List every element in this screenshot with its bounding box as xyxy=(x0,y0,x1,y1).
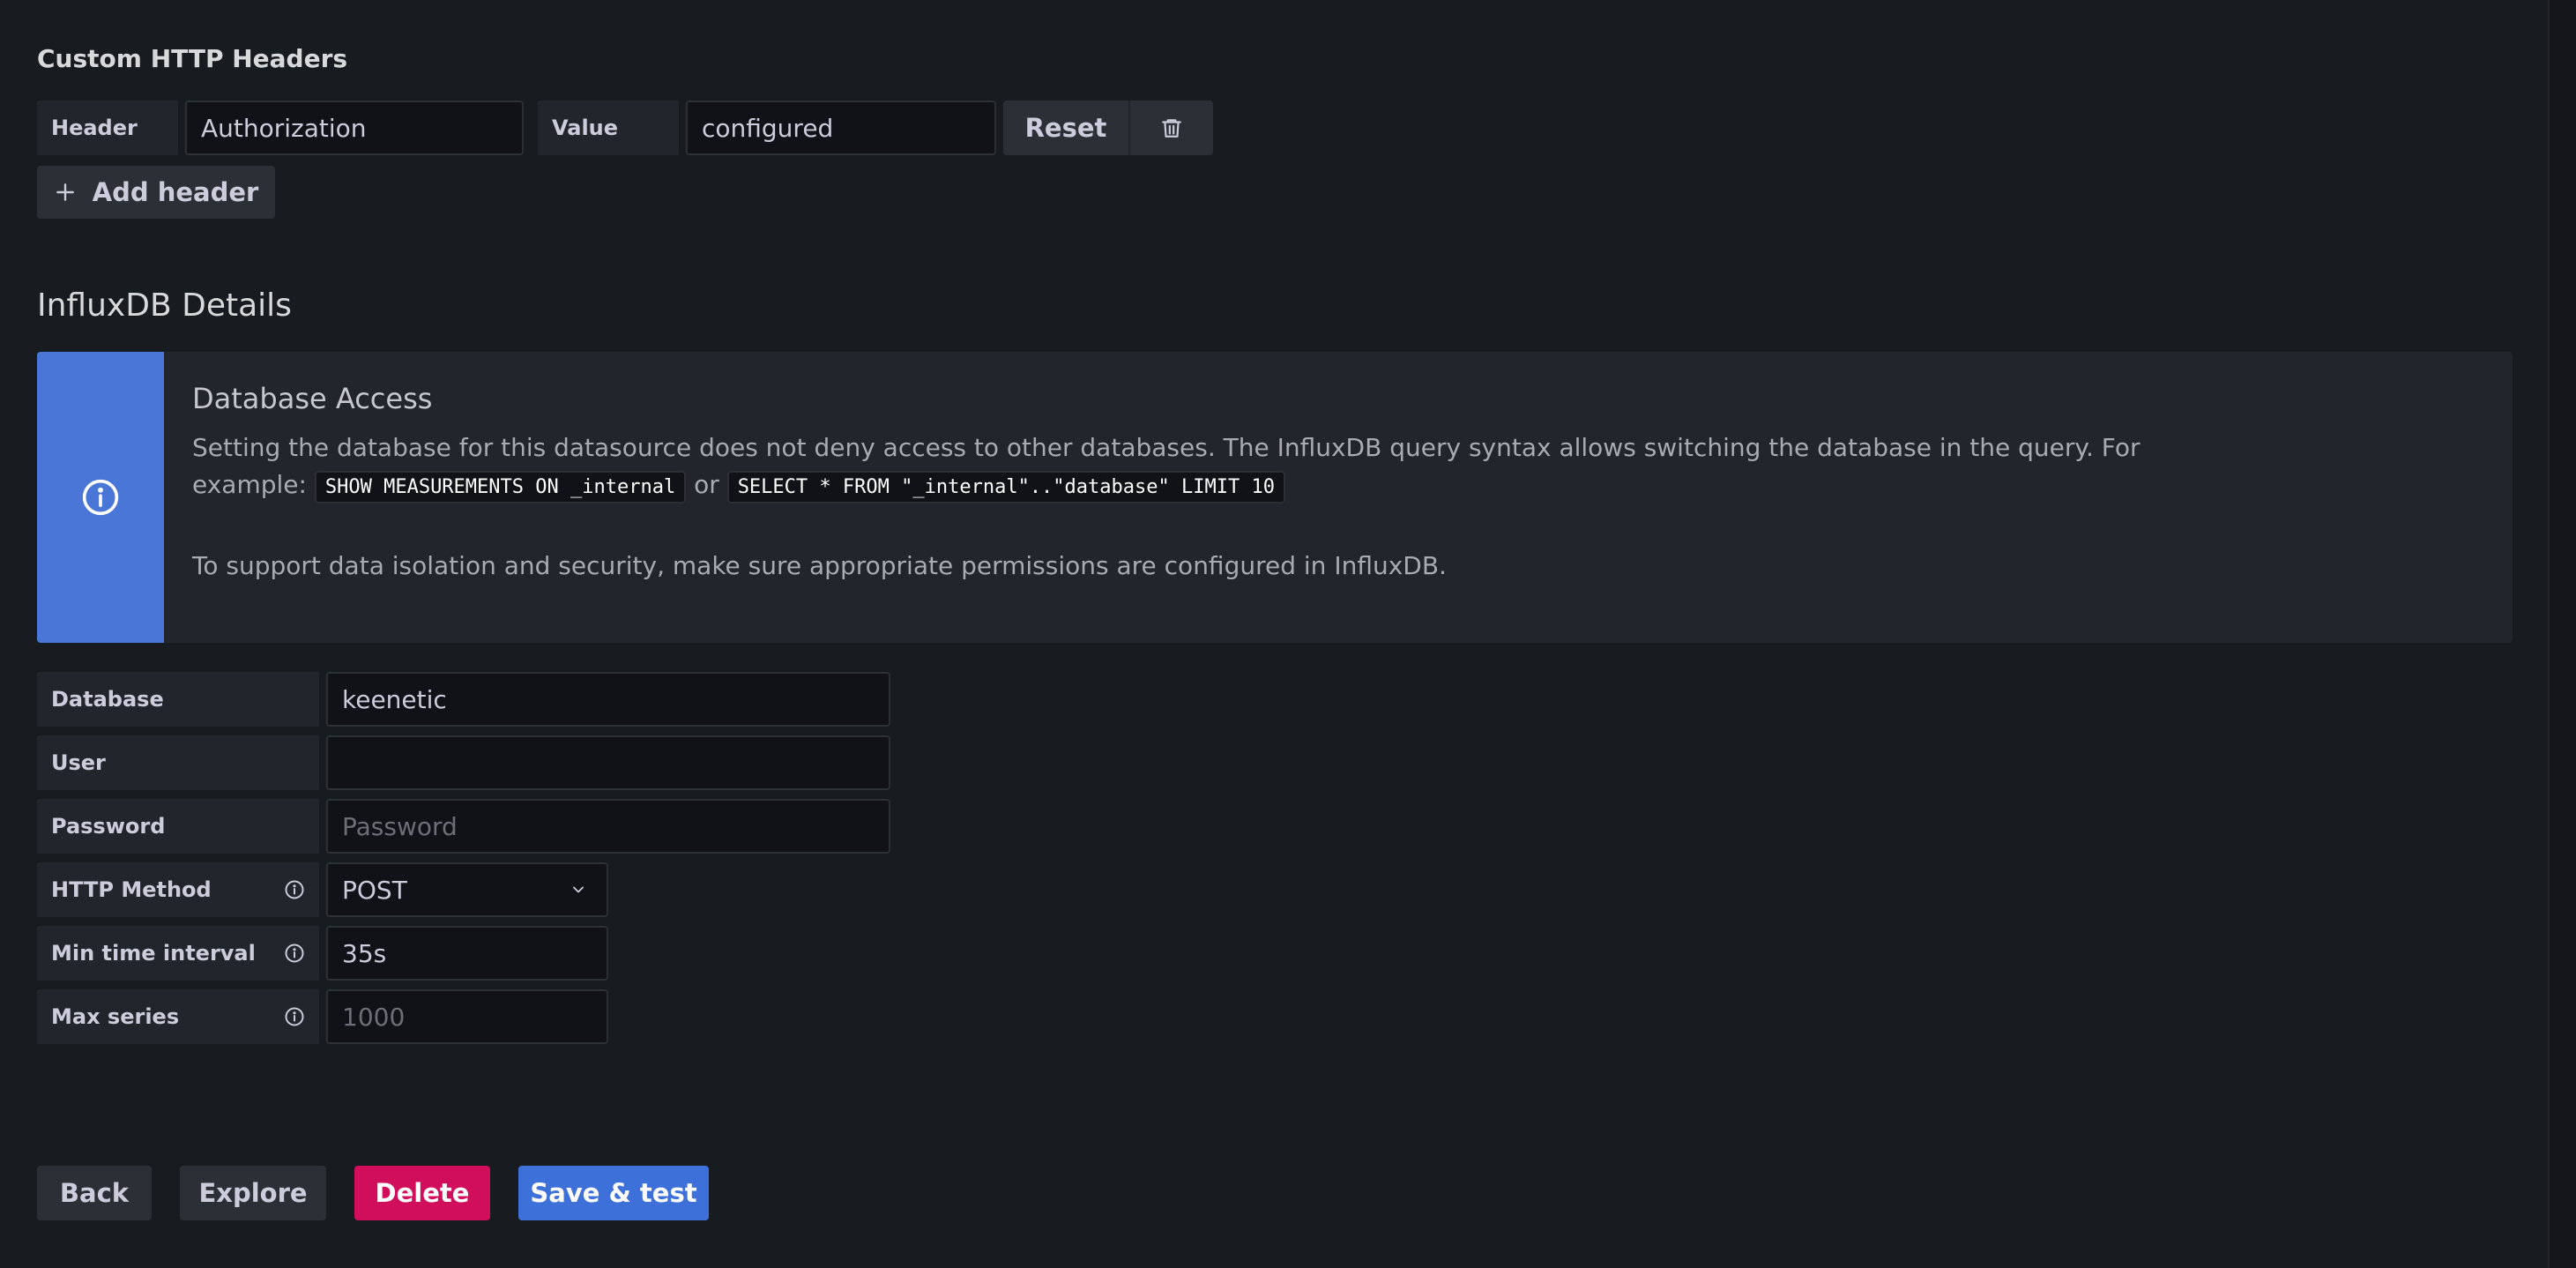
alert-example-prefix: example: xyxy=(192,470,307,499)
explore-button[interactable]: Explore xyxy=(180,1166,326,1220)
custom-headers-title: Custom HTTP Headers xyxy=(37,44,348,73)
max-series-label: Max series xyxy=(37,989,319,1044)
alert-line-1: Setting the database for this datasource… xyxy=(192,433,2140,462)
password-label: Password xyxy=(37,799,319,854)
password-placeholder: Password xyxy=(342,811,458,841)
max-series-label-text: Max series xyxy=(51,1004,180,1029)
max-series-input[interactable]: 1000 xyxy=(326,989,608,1044)
max-series-placeholder: 1000 xyxy=(342,1002,406,1032)
http-method-value: POST xyxy=(342,875,407,905)
min-time-interval-value: 35s xyxy=(342,938,387,968)
alert-or-text: or xyxy=(694,470,719,499)
alert-accent xyxy=(37,352,164,643)
plus-icon xyxy=(56,183,74,201)
value-label: Value xyxy=(538,101,679,155)
info-circle-icon xyxy=(82,479,119,516)
info-circle-icon[interactable] xyxy=(284,1006,305,1027)
chevron-down-icon xyxy=(573,886,584,893)
database-label: Database xyxy=(37,672,319,727)
back-button[interactable]: Back xyxy=(37,1166,152,1220)
influxdb-details-title: InfluxDB Details xyxy=(37,287,292,324)
http-method-label-text: HTTP Method xyxy=(51,877,212,902)
reset-button[interactable]: Reset xyxy=(1003,101,1128,155)
code-select-query: SELECT * FROM "_internal".."database" LI… xyxy=(726,471,1285,503)
database-input[interactable]: keenetic xyxy=(326,672,890,727)
alert-line-2: example: SHOW MEASUREMENTS ON _internal … xyxy=(192,470,1285,503)
scrollbar-track[interactable] xyxy=(2548,0,2576,1268)
header-value-input[interactable]: configured xyxy=(686,101,996,155)
save-test-button-label: Save & test xyxy=(530,1178,697,1208)
http-method-select[interactable]: POST xyxy=(326,862,608,917)
min-time-interval-label-text: Min time interval xyxy=(51,941,256,966)
alert-title: Database Access xyxy=(192,382,433,415)
reset-button-label: Reset xyxy=(1024,113,1107,143)
explore-button-label: Explore xyxy=(198,1178,308,1208)
database-value: keenetic xyxy=(342,684,447,714)
min-time-interval-input[interactable]: 35s xyxy=(326,926,608,981)
header-label: Header xyxy=(37,101,178,155)
save-test-button[interactable]: Save & test xyxy=(518,1166,709,1220)
user-label: User xyxy=(37,735,319,790)
delete-button[interactable]: Delete xyxy=(354,1166,490,1220)
info-circle-icon[interactable] xyxy=(284,879,305,900)
password-input[interactable]: Password xyxy=(326,799,890,854)
add-header-button[interactable]: Add header xyxy=(37,166,275,219)
add-header-label: Add header xyxy=(92,177,259,207)
trash-icon xyxy=(1162,119,1181,138)
code-show-measurements: SHOW MEASUREMENTS ON _internal xyxy=(314,471,687,503)
http-method-label: HTTP Method xyxy=(37,862,319,917)
info-circle-icon[interactable] xyxy=(284,943,305,964)
delete-header-button[interactable] xyxy=(1128,101,1213,155)
back-button-label: Back xyxy=(59,1178,130,1208)
user-input[interactable] xyxy=(326,735,890,790)
header-name-input[interactable]: Authorization xyxy=(185,101,524,155)
header-name-value: Authorization xyxy=(201,113,367,143)
database-access-alert: Database Access Setting the database for… xyxy=(37,352,2513,643)
delete-button-label: Delete xyxy=(375,1178,470,1208)
alert-line-3: To support data isolation and security, … xyxy=(192,551,1447,580)
header-value-text: configured xyxy=(702,113,834,143)
min-time-interval-label: Min time interval xyxy=(37,926,319,981)
